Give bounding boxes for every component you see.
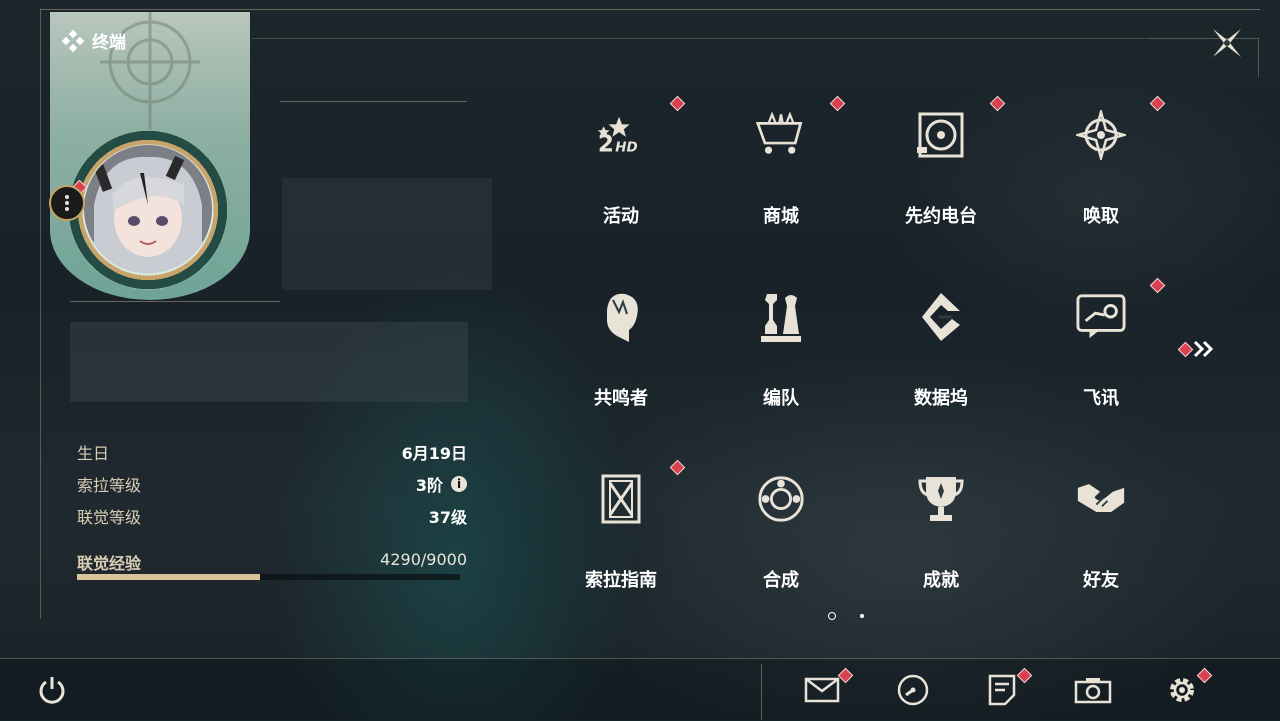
frame-line-left: [40, 9, 41, 619]
power-icon: [39, 677, 65, 704]
notice-icon: [988, 674, 1016, 706]
tile-shop-cart[interactable]: 商城: [716, 88, 846, 234]
camera-button[interactable]: [1073, 670, 1113, 710]
tile-event-2hd[interactable]: 2 HD 活动: [556, 88, 686, 234]
exp-progress-fill: [77, 574, 260, 580]
radio-record-icon: [916, 106, 966, 164]
achievement-trophy-icon: [916, 470, 966, 528]
exp-row: 联觉经验 4290/9000: [77, 550, 467, 574]
info-icon[interactable]: i: [451, 476, 467, 492]
next-page-badge: [1177, 341, 1194, 357]
guidebook-icon: [596, 470, 646, 528]
blurred-name-area: [282, 178, 492, 290]
panel-title-text: 终端: [92, 33, 126, 53]
stat-birthday: 生日 6月19日: [77, 436, 467, 468]
exp-value: 4290/9000: [380, 550, 467, 569]
tile-label: 合成: [763, 570, 799, 591]
synthesis-orb-icon: [756, 470, 806, 528]
tile-resonator-head[interactable]: 共鸣者: [556, 270, 686, 416]
tile-label: 先约电台: [905, 206, 977, 227]
message-chat-icon: [1076, 288, 1126, 346]
power-button[interactable]: [36, 674, 68, 706]
tile-badge: [1149, 277, 1166, 294]
exp-progress-bar: [77, 574, 460, 580]
tile-badge: [669, 459, 686, 476]
stat-sola-level: 索拉等级 3阶 i: [77, 468, 467, 500]
shop-cart-icon: [756, 106, 806, 164]
stat-label: 索拉等级: [77, 476, 142, 495]
tile-synthesis-orb[interactable]: 合成: [716, 452, 846, 598]
svg-text:HD: HD: [615, 140, 637, 155]
tile-convene-compass[interactable]: 唤取: [1036, 88, 1166, 234]
data-bank-icon: [916, 288, 966, 346]
tile-label: 共鸣者: [594, 388, 648, 409]
double-chevron-right-icon: [1193, 340, 1214, 358]
tile-label: 活动: [603, 206, 639, 227]
stat-union-level: 联觉等级 37级: [77, 500, 467, 532]
tile-label: 成就: [923, 570, 959, 591]
event-2hd-icon: 2 HD: [596, 106, 646, 164]
clock-button[interactable]: [893, 670, 933, 710]
mail-button[interactable]: [802, 670, 842, 710]
friends-handshake-icon: [1076, 470, 1126, 528]
team-chess-icon: [756, 288, 806, 346]
tile-label: 索拉指南: [585, 570, 657, 591]
tile-badge: [829, 95, 846, 112]
divider-line: [70, 301, 280, 302]
mail-icon: [804, 677, 840, 703]
panel-title: 终端: [62, 28, 126, 53]
page-dot[interactable]: [828, 612, 836, 620]
tile-badge: [989, 95, 1006, 112]
camera-icon: [1074, 678, 1112, 704]
settings-gear-icon: [1170, 678, 1194, 702]
tile-data-bank[interactable]: 数据坞: [876, 270, 1006, 416]
tile-label: 飞讯: [1083, 388, 1119, 409]
tile-message-chat[interactable]: 飞讯: [1036, 270, 1166, 416]
frame-line-mid: [252, 38, 1148, 39]
stat-label: 生日: [77, 444, 110, 463]
next-page-button[interactable]: [1177, 340, 1215, 358]
exp-label: 联觉经验: [77, 554, 142, 573]
close-x-icon: [1213, 29, 1241, 57]
divider-line: [280, 101, 467, 102]
diamond-cluster-icon: [62, 29, 84, 52]
blurred-signature-area: [70, 322, 468, 402]
stat-value: 6月19日: [401, 444, 467, 463]
tile-friends-handshake[interactable]: 好友: [1036, 452, 1166, 598]
profile-menu-button[interactable]: [49, 185, 85, 221]
tile-badge: [1149, 95, 1166, 112]
more-vertical-icon: [65, 195, 69, 211]
tile-team-chess[interactable]: 编队: [716, 270, 846, 416]
tile-badge: [669, 95, 686, 112]
page-dot[interactable]: [860, 614, 864, 618]
page-indicator: [828, 612, 864, 620]
close-button[interactable]: [1208, 24, 1246, 62]
convene-compass-icon: [1076, 106, 1126, 164]
profile-stats: 生日 6月19日 索拉等级 3阶 i 联觉等级 37级: [77, 436, 467, 532]
tile-radio-record[interactable]: 先约电台: [876, 88, 1006, 234]
resonator-head-icon: [596, 288, 646, 346]
clock-icon: [897, 674, 929, 706]
tile-guidebook[interactable]: 索拉指南: [556, 452, 686, 598]
settings-button[interactable]: [1162, 670, 1202, 710]
stat-value: 3阶: [415, 476, 443, 495]
stat-label: 联觉等级: [77, 508, 142, 527]
frame-line-top: [40, 9, 1260, 10]
tile-label: 唤取: [1083, 206, 1119, 227]
tile-label: 好友: [1083, 570, 1119, 591]
bottom-divider: [761, 664, 762, 720]
tile-achievement-trophy[interactable]: 成就: [876, 452, 1006, 598]
tile-label: 数据坞: [914, 388, 968, 409]
notice-button[interactable]: [982, 670, 1022, 710]
stat-value: 37级: [428, 508, 467, 527]
tile-label: 编队: [763, 388, 799, 409]
tile-label: 商城: [763, 206, 799, 227]
avatar-portrait: [93, 155, 202, 273]
avatar[interactable]: [84, 145, 212, 273]
